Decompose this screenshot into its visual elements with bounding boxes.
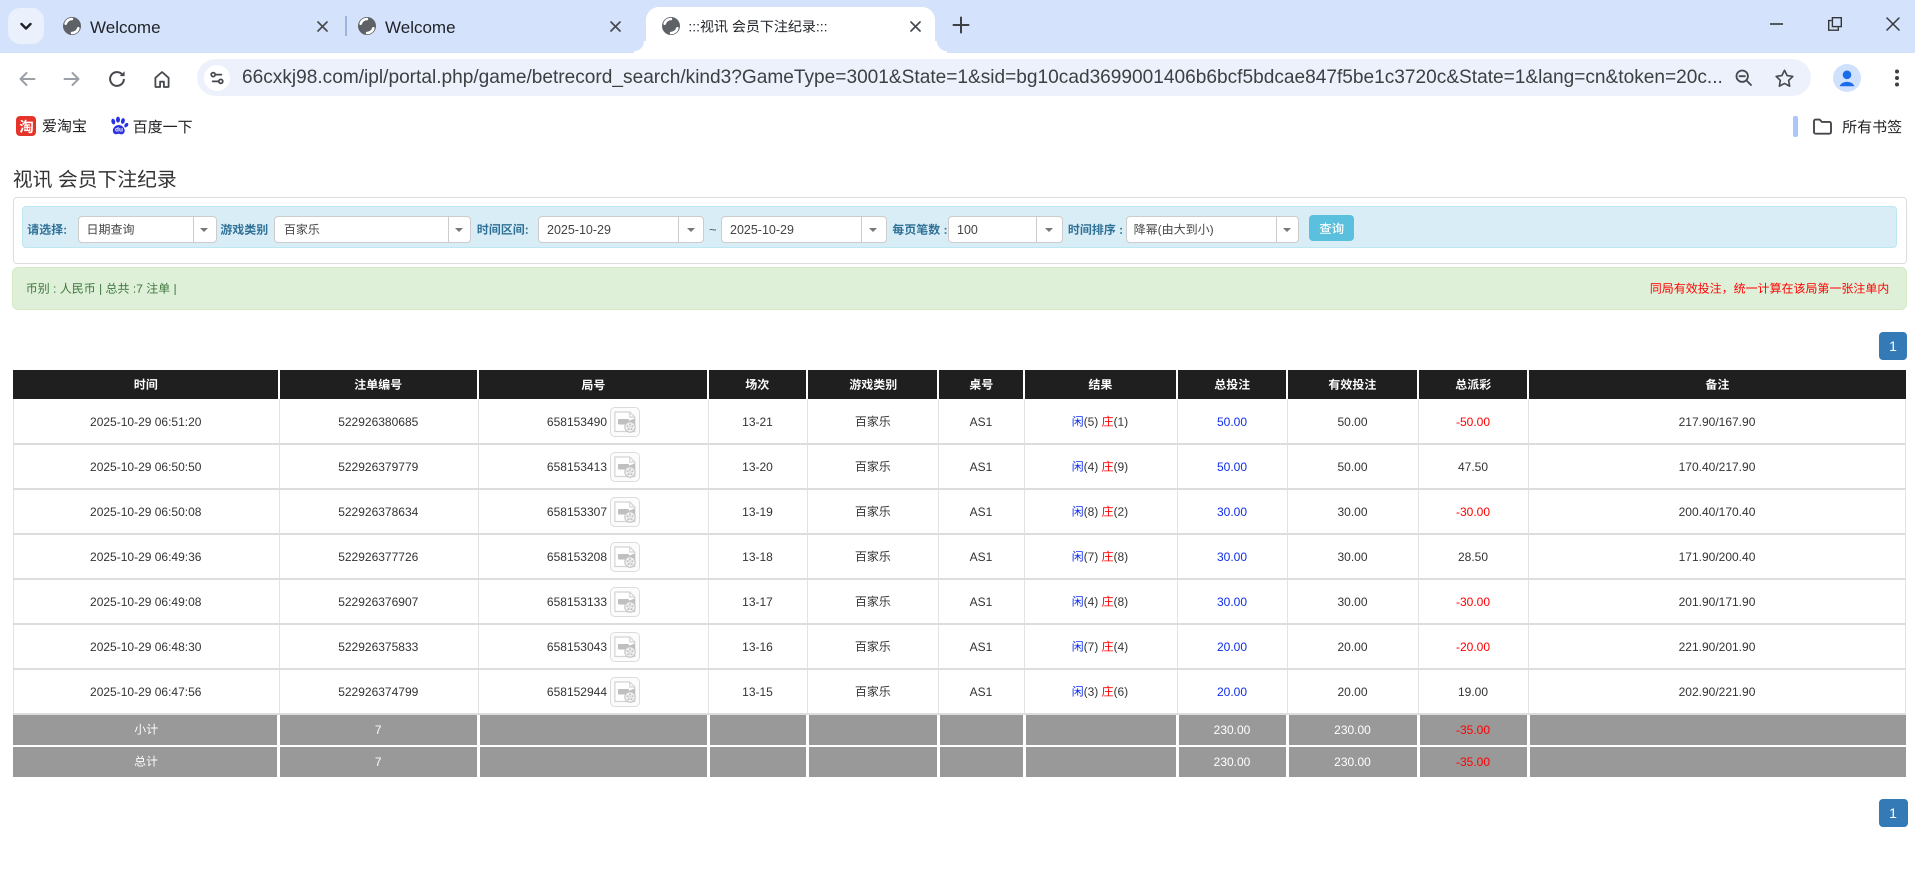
svg-text:du: du	[115, 127, 123, 134]
